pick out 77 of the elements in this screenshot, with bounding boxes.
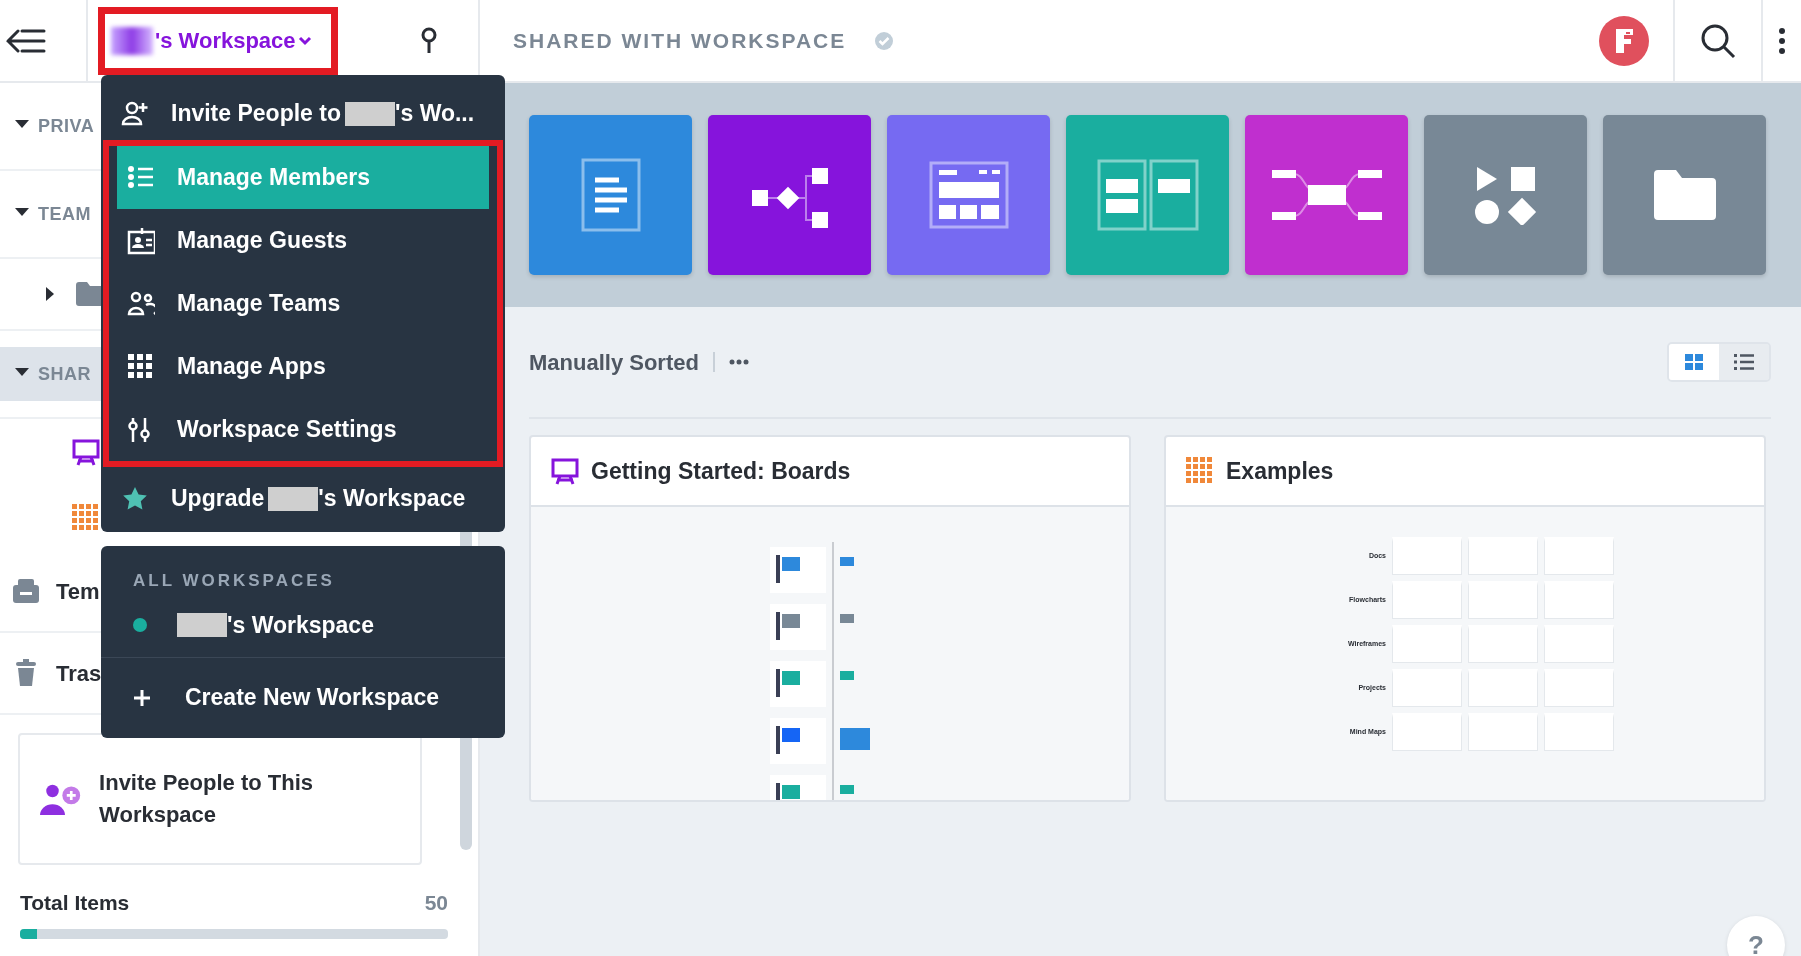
caret-right-icon[interactable]: [44, 286, 56, 302]
grid-view-icon: [1685, 354, 1703, 370]
sidebar-link[interactable]: Tem: [56, 574, 100, 608]
total-count: 50: [424, 890, 448, 916]
menu-item[interactable]: Manage Teams: [117, 272, 489, 335]
item-card[interactable]: Getting Started: Boards: [529, 435, 1131, 802]
more-icon: [1779, 27, 1785, 54]
page-title: SHARED WITH WORKSPACE: [513, 27, 847, 54]
total-label: Total Items: [20, 890, 130, 916]
board-icon: [72, 438, 100, 466]
section-label[interactable]: TEAM: [38, 200, 91, 228]
sort-dropdown[interactable]: Manually Sorted: [529, 345, 699, 379]
folder-icon: [1653, 169, 1716, 221]
wireframe-icon: [928, 161, 1009, 229]
template-tile[interactable]: [1424, 115, 1587, 275]
preview-card: [1392, 581, 1462, 619]
arrow-menu-icon: [6, 27, 46, 54]
preview-card: [1544, 537, 1614, 575]
id-card-icon: [127, 226, 155, 255]
template-tile[interactable]: [1245, 115, 1408, 275]
template-tile[interactable]: [887, 115, 1050, 275]
card-title: Getting Started: Boards: [591, 456, 851, 486]
plus-icon: [133, 688, 151, 707]
menu-item[interactable]: Manage Apps: [117, 335, 489, 398]
chevron-down-icon: [297, 35, 312, 46]
blurred-name: [111, 26, 153, 55]
workspace-item[interactable]: 's Workspace: [101, 593, 505, 658]
menu-item[interactable]: Manage Guests: [117, 209, 489, 272]
preview-card: [1392, 713, 1462, 751]
board-icon: [551, 457, 579, 485]
preview-card: [1392, 537, 1462, 575]
menu-heading: ALL WORKSPACES: [132, 570, 336, 592]
menu-item[interactable]: Upgrade 's Workspace: [101, 467, 505, 530]
help-button[interactable]: ?: [1727, 916, 1785, 956]
workspace-switcher[interactable]: 's Workspace: [98, 6, 338, 75]
document-icon: [580, 158, 641, 232]
more-icon: [728, 359, 749, 365]
preview-card: [1468, 713, 1538, 751]
search-icon: [1700, 22, 1736, 59]
template-tile[interactable]: [529, 115, 692, 275]
sidebar-link[interactable]: Tras: [56, 656, 102, 690]
grid-icon: [127, 352, 155, 381]
template-tile[interactable]: [1603, 115, 1766, 275]
list-view-icon: [1734, 354, 1754, 370]
preview-card: [1468, 669, 1538, 707]
menu-item[interactable]: Workspace Settings: [117, 398, 489, 461]
preview-card: [1544, 713, 1614, 751]
preview-card: [1544, 581, 1614, 619]
shapes-icon: [1474, 165, 1537, 225]
grid-icon: [1186, 457, 1214, 485]
card-title: Examples: [1226, 456, 1334, 486]
menu-item[interactable]: Invite People to 's Wo...: [101, 87, 505, 140]
preview-card: [1468, 625, 1538, 663]
more-button[interactable]: [728, 359, 749, 365]
invite-text: Invite People to This Workspace: [99, 769, 314, 829]
kanban-icon: [1096, 159, 1199, 231]
template-tile[interactable]: [708, 115, 871, 275]
grid-icon: [72, 504, 100, 532]
preview-card: [1468, 581, 1538, 619]
toolbox-icon: [12, 577, 40, 605]
check-circle-icon: [874, 30, 895, 51]
people-icon: [127, 289, 155, 318]
template-tile[interactable]: [1066, 115, 1229, 275]
view-toggle[interactable]: [1719, 344, 1769, 380]
preview-card: [1392, 669, 1462, 707]
redacted-block: [268, 486, 319, 511]
preview-card: [1544, 669, 1614, 707]
person-plus-icon: [121, 99, 149, 128]
preview-card: [1392, 625, 1462, 663]
avatar-icon: [1599, 15, 1649, 66]
view-toggle[interactable]: [1669, 344, 1719, 380]
pin-icon: [420, 26, 438, 55]
preview-card: [1544, 625, 1614, 663]
preview-card: [1468, 537, 1538, 575]
redacted-block: [345, 101, 395, 126]
section-label[interactable]: PRIVA: [38, 112, 95, 140]
redacted-block: [177, 613, 227, 637]
